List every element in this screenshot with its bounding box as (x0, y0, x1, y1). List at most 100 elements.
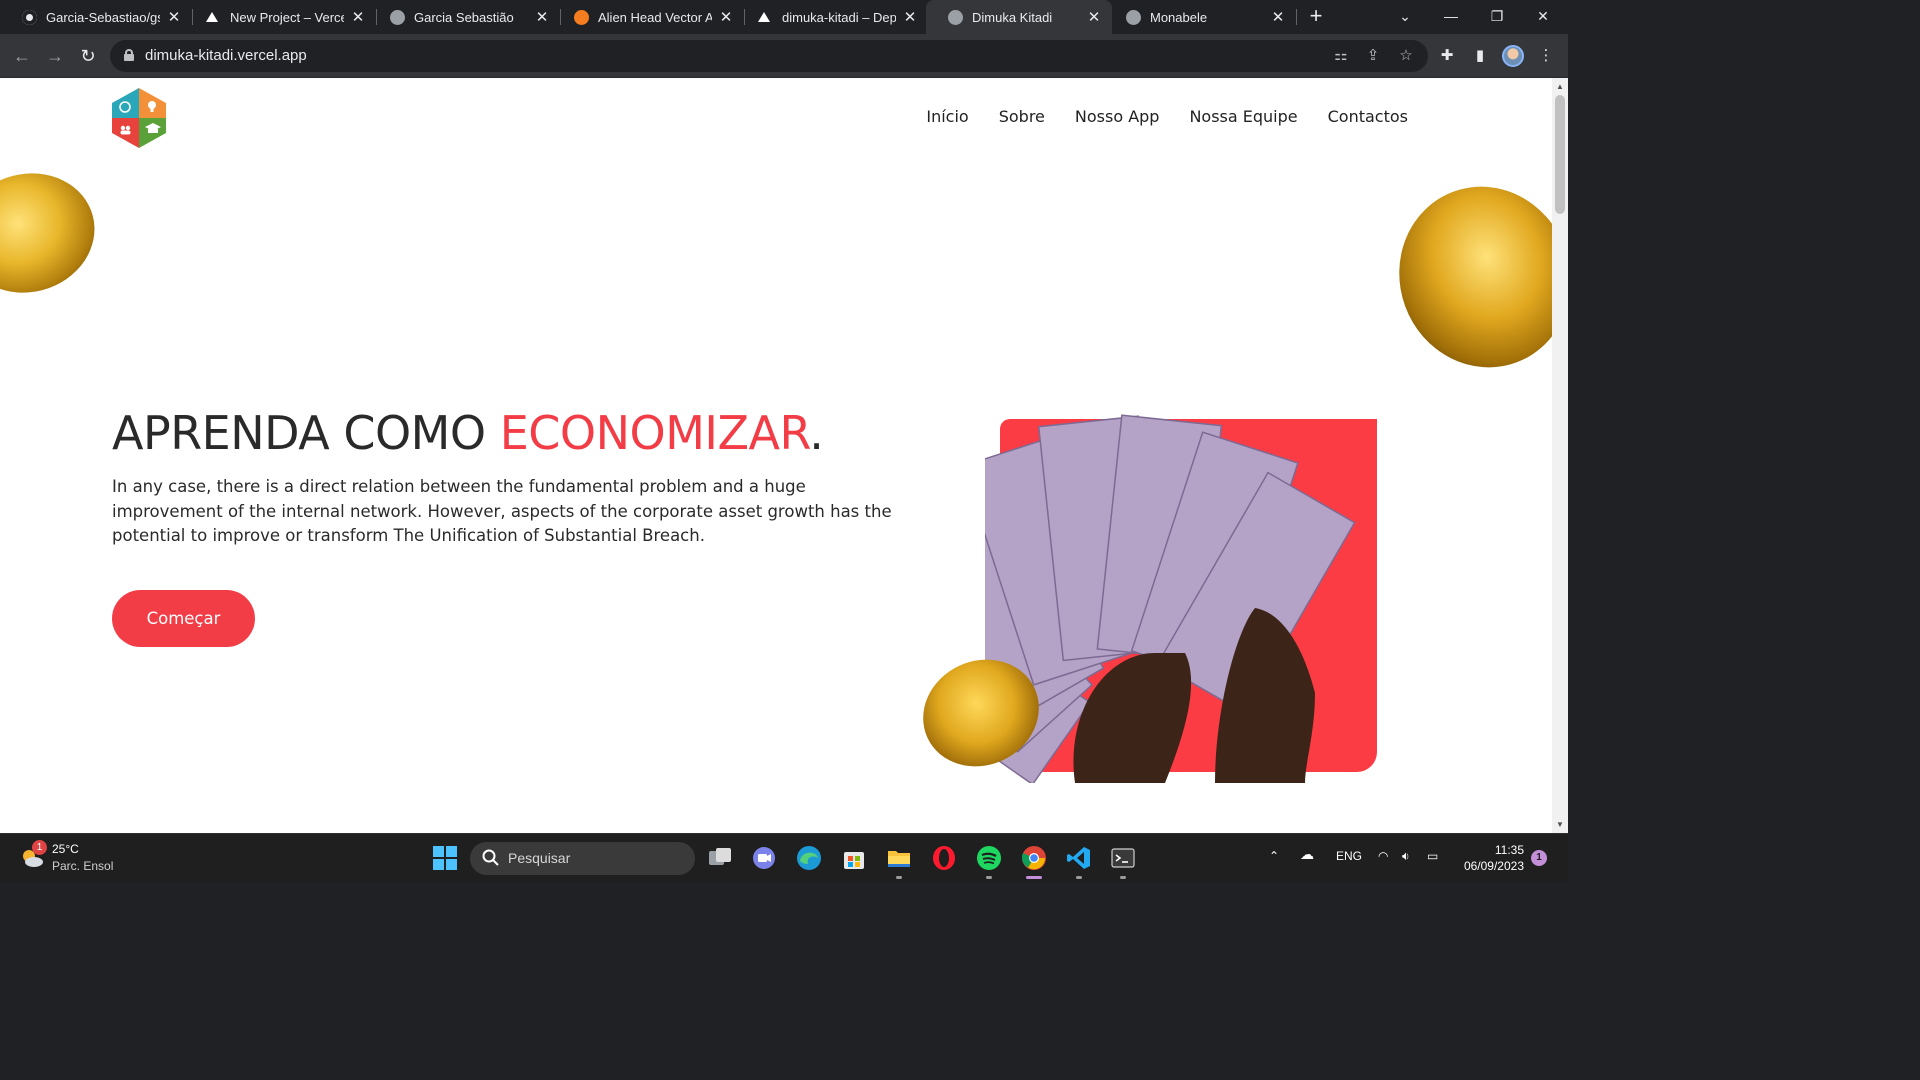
globe-icon (390, 9, 405, 25)
vscode-icon[interactable] (1066, 845, 1092, 871)
nav-sobre[interactable]: Sobre (999, 107, 1045, 126)
hero-title-highlight: ECONOMIZAR (499, 406, 810, 460)
tab-dimuka-kitadi[interactable]: Dimuka Kitadi ✕ (926, 0, 1112, 34)
teams-chat-icon[interactable] (751, 845, 777, 871)
tab-title: Garcia-Sebastiao/gs-p (46, 9, 160, 25)
github-icon (22, 9, 37, 25)
windows-taskbar: 1 25°C Parc. Ensol Pesquisar ⌃ ☁ ENG ◠ 🔉… (0, 833, 1568, 882)
globe-icon (1126, 9, 1141, 25)
tab-alien-head[interactable]: Alien Head Vector Art ✕ (552, 0, 744, 34)
close-icon[interactable]: ✕ (718, 8, 734, 26)
browser-toolbar: ← → ↻ dimuka-kitadi.vercel.app ⚏ ⇪ ☆ ✚ ▮… (0, 34, 1568, 78)
onedrive-cloud-icon[interactable]: ☁ (1300, 846, 1314, 863)
wifi-icon[interactable]: ◠ (1378, 849, 1388, 863)
close-icon[interactable]: ✕ (1086, 8, 1102, 26)
scroll-down-arrow-icon[interactable]: ▼ (1552, 820, 1568, 829)
nav-nosso-app[interactable]: Nosso App (1075, 107, 1160, 126)
system-clock[interactable]: 11:35 06/09/2023 (1458, 842, 1524, 874)
share-icon[interactable]: ⇪ (1363, 46, 1383, 66)
clock-date: 06/09/2023 (1463, 859, 1524, 873)
nav-contactos[interactable]: Contactos (1328, 107, 1408, 126)
running-indicator (1076, 876, 1082, 879)
volume-icon[interactable]: 🔉︎ (1402, 849, 1410, 864)
terminal-icon[interactable] (1110, 845, 1136, 871)
running-indicator (1120, 876, 1126, 879)
money-fan-image (985, 414, 1356, 783)
close-icon[interactable]: ✕ (534, 8, 550, 26)
task-view-icon[interactable] (707, 845, 733, 871)
forward-button[interactable]: → (43, 44, 67, 68)
dimuka-logo[interactable] (112, 88, 166, 148)
tab-title: Monabele (1150, 9, 1208, 25)
close-window-button[interactable]: ✕ (1520, 0, 1566, 34)
back-button[interactable]: ← (10, 44, 34, 68)
hero-description: In any case, there is a direct relation … (112, 477, 892, 545)
tab-garcia-sebastiao[interactable]: Garcia Sebastião ✕ (368, 0, 560, 34)
tab-search-chevron-icon[interactable]: ⌄ (1382, 0, 1428, 34)
scroll-up-arrow-icon[interactable]: ▲ (1552, 82, 1568, 91)
tab-vercel-new-project[interactable]: New Project – Vercel ✕ (184, 0, 376, 34)
tab-title: dimuka-kitadi – Deplo (782, 9, 896, 25)
nav-inicio[interactable]: Início (926, 107, 968, 126)
running-indicator (1026, 876, 1042, 879)
search-icon (482, 849, 499, 866)
tab-title: New Project – Vercel (230, 9, 344, 25)
restore-button[interactable]: ❐ (1474, 0, 1520, 34)
search-placeholder: Pesquisar (508, 850, 571, 866)
language-indicator[interactable]: ENG (1336, 849, 1362, 863)
opera-icon[interactable] (931, 845, 957, 871)
profile-avatar[interactable] (1502, 45, 1524, 67)
menu-kebab-icon[interactable]: ⋮ (1536, 46, 1556, 66)
chrome-icon[interactable] (1021, 845, 1047, 871)
taskbar-search[interactable]: Pesquisar (470, 842, 695, 875)
hero-title-main: APRENDA COMO (112, 406, 500, 460)
tab-dimuka-deploy[interactable]: dimuka-kitadi – Deplo ✕ (736, 0, 928, 34)
tab-title: Dimuka Kitadi (972, 9, 1053, 25)
minimize-button[interactable]: — (1428, 0, 1474, 34)
main-nav: Início Sobre Nosso App Nossa Equipe Cont… (926, 107, 1408, 126)
translate-icon[interactable]: ⚏ (1331, 46, 1351, 66)
tab-strip: Garcia-Sebastiao/gs-p ✕ New Project – Ve… (0, 0, 1568, 34)
tray-chevron-up-icon[interactable]: ⌃ (1269, 849, 1279, 863)
clock-time: 11:35 (1494, 843, 1524, 857)
gold-coin-image (0, 158, 108, 308)
running-indicator (896, 876, 902, 879)
gold-coin-image (1374, 162, 1552, 392)
vercel-icon (758, 12, 770, 22)
close-icon[interactable]: ✕ (350, 8, 366, 26)
close-icon[interactable]: ✕ (1270, 8, 1286, 26)
scrollbar-thumb[interactable] (1555, 95, 1565, 214)
side-panel-icon[interactable]: ▮ (1470, 46, 1490, 66)
hero-title: APRENDA COMO ECONOMIZAR. (112, 406, 824, 460)
weather-badge: 1 (32, 840, 47, 855)
tab-github[interactable]: Garcia-Sebastiao/gs-p ✕ (0, 0, 192, 34)
url-text[interactable]: dimuka-kitadi.vercel.app (145, 47, 307, 64)
tab-title: Alien Head Vector Art (598, 9, 712, 25)
new-tab-button[interactable]: + (1304, 5, 1328, 29)
store-icon[interactable] (841, 845, 867, 871)
vercel-icon (206, 12, 218, 22)
weather-description[interactable]: Parc. Ensol (52, 859, 113, 873)
battery-icon[interactable]: ▭ (1427, 849, 1438, 863)
bookmark-star-icon[interactable]: ☆ (1396, 46, 1416, 66)
comecar-button[interactable]: Começar (112, 590, 255, 647)
edge-icon[interactable] (796, 845, 822, 871)
tab-monabele[interactable]: Monabele ✕ (1104, 0, 1296, 34)
windows-start-icon[interactable] (432, 845, 458, 871)
close-icon[interactable]: ✕ (902, 8, 918, 26)
running-indicator (986, 876, 992, 879)
lock-icon[interactable] (124, 49, 134, 61)
weather-temperature[interactable]: 25°C (52, 842, 79, 856)
address-bar[interactable]: dimuka-kitadi.vercel.app ⚏ ⇪ ☆ (110, 40, 1428, 72)
spotify-icon[interactable] (976, 845, 1002, 871)
alien-site-icon (574, 9, 589, 25)
extensions-icon[interactable]: ✚ (1437, 46, 1457, 66)
tab-separator (1296, 9, 1297, 25)
nav-nossa-equipe[interactable]: Nossa Equipe (1189, 107, 1297, 126)
globe-icon (948, 9, 963, 25)
file-explorer-icon[interactable] (886, 845, 912, 871)
reload-button[interactable]: ↻ (76, 44, 100, 68)
page-scrollbar[interactable]: ▲ ▼ (1552, 78, 1568, 833)
notification-badge[interactable]: 1 (1531, 850, 1547, 866)
close-icon[interactable]: ✕ (166, 8, 182, 26)
